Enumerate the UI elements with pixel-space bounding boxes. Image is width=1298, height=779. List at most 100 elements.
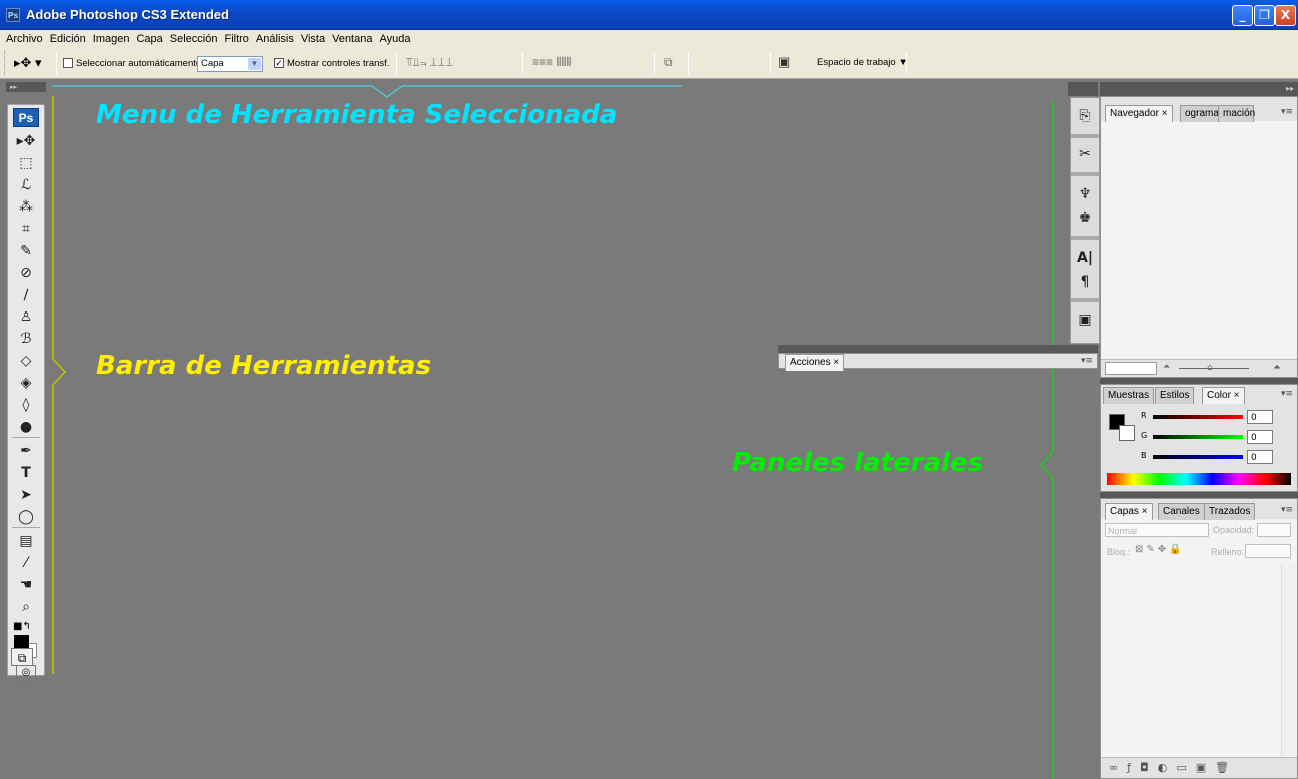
lock-icons[interactable]: ⊠✎✥🔒	[1135, 544, 1185, 555]
dock-header[interactable]	[1068, 82, 1098, 96]
tab-info[interactable]: mación	[1218, 105, 1255, 122]
screen-mode-icon[interactable]: ⧉	[11, 648, 33, 666]
marquee-tool-icon[interactable]: ⬚	[12, 153, 40, 173]
blue-value-input[interactable]: 0	[1247, 450, 1273, 464]
red-slider[interactable]	[1153, 415, 1243, 419]
menu-edicion[interactable]: Edición	[50, 33, 86, 45]
layer-comps-icon[interactable]: ▣	[1075, 310, 1095, 330]
maximize-button[interactable]: ❐	[1254, 5, 1275, 26]
tools-preset-icon[interactable]: ✂	[1075, 144, 1095, 164]
tab-channels[interactable]: Canales	[1158, 503, 1205, 520]
toolbar-bracket	[52, 96, 67, 674]
panels-column-header[interactable]: ▸▸	[1100, 82, 1298, 96]
panel-menu-icon[interactable]: ▾≡	[1281, 505, 1293, 515]
slice-tool-icon[interactable]: ✎	[12, 241, 40, 261]
layers-scrollbar[interactable]	[1281, 563, 1295, 759]
tab-styles[interactable]: Estilos	[1155, 387, 1195, 404]
crop-tool-icon[interactable]: ⌗	[12, 219, 40, 239]
tab-navigator[interactable]: Navegador ×	[1105, 105, 1173, 122]
red-value-input[interactable]: 0	[1247, 410, 1273, 424]
blur-tool-icon[interactable]: ◊	[12, 395, 40, 415]
zoom-in-icon[interactable]: ⏶	[1273, 362, 1281, 373]
paint-bucket-tool-icon[interactable]: ◈	[12, 373, 40, 393]
photoshop-logo: Ps	[13, 108, 39, 127]
auto-align-icon[interactable]: ⧉	[664, 55, 673, 70]
tab-swatches[interactable]: Muestras	[1103, 387, 1155, 404]
history-panel-icon[interactable]: ⎘	[1075, 106, 1095, 126]
zoom-field[interactable]	[1105, 362, 1157, 375]
toolbox-divider	[12, 437, 40, 438]
blend-mode-select[interactable]: Normal	[1105, 523, 1209, 537]
history-brush-tool-icon[interactable]: ℬ	[12, 329, 40, 349]
move-tool-icon[interactable]: ▸✥	[12, 131, 40, 151]
dodge-tool-icon[interactable]: ●	[12, 417, 40, 437]
options-grip[interactable]	[4, 51, 8, 75]
color-background-swatch[interactable]	[1119, 425, 1135, 441]
menu-filtro[interactable]: Filtro	[224, 33, 248, 45]
green-slider[interactable]	[1153, 435, 1243, 439]
green-value-input[interactable]: 0	[1247, 430, 1273, 444]
pen-tool-icon[interactable]: ✒	[12, 441, 40, 461]
dock-divider	[1071, 298, 1099, 302]
tab-layers[interactable]: Capas ×	[1105, 503, 1153, 520]
menu-vista[interactable]: Vista	[301, 33, 325, 45]
move-tool-preset-icon[interactable]: ▸✥ ▾	[14, 55, 42, 71]
panel-menu-icon[interactable]: ▾≡	[1281, 107, 1293, 117]
path-selection-tool-icon[interactable]: ➤	[12, 485, 40, 505]
separator	[396, 52, 397, 74]
hand-tool-icon[interactable]: ☚	[12, 575, 40, 595]
tab-paths[interactable]: Trazados	[1204, 503, 1256, 520]
minimize-button[interactable]: _	[1232, 5, 1253, 26]
side-panels-annotation: Paneles laterales	[732, 448, 984, 478]
tab-color[interactable]: Color ×	[1202, 387, 1245, 404]
eraser-tool-icon[interactable]: ◇	[12, 351, 40, 371]
notes-tool-icon[interactable]: ▤	[12, 531, 40, 551]
zoom-slider[interactable]	[1179, 368, 1249, 369]
menu-ventana[interactable]: Ventana	[332, 33, 372, 45]
auto-select-dropdown[interactable]: Capa ▼	[197, 56, 263, 72]
dock-divider	[1071, 172, 1099, 176]
shape-tool-icon[interactable]: ◯	[12, 507, 40, 527]
show-transform-checkbox[interactable]: ✓	[274, 58, 284, 68]
character-panel-icon[interactable]: A|	[1075, 248, 1095, 268]
zoom-slider-thumb[interactable]: ⌂	[1207, 363, 1213, 373]
toolbox-grip[interactable]: ▸▸	[6, 82, 46, 92]
clone-stamp-tool-icon[interactable]: ♙	[12, 307, 40, 327]
close-button[interactable]: X	[1275, 5, 1296, 26]
blue-slider[interactable]	[1153, 455, 1243, 459]
lasso-tool-icon[interactable]: ℒ	[12, 175, 40, 195]
magic-wand-tool-icon[interactable]: ⁂	[12, 197, 40, 217]
clone-source-icon[interactable]: ♚	[1075, 208, 1095, 228]
eyedropper-tool-icon[interactable]: ⁄	[12, 553, 40, 573]
quick-mask-icon[interactable]: ◎	[16, 665, 36, 681]
zoom-tool-icon[interactable]: ⌕	[12, 597, 40, 617]
actions-panel-header[interactable]	[778, 345, 1098, 353]
bridge-icon[interactable]: ▣	[778, 54, 798, 70]
default-colors-icon[interactable]: ■↰	[13, 621, 31, 632]
paragraph-panel-icon[interactable]: ¶	[1075, 272, 1095, 292]
healing-brush-tool-icon[interactable]: ⊘	[12, 263, 40, 283]
zoom-out-icon[interactable]: ⏶	[1163, 362, 1170, 372]
menu-analisis[interactable]: Análisis	[256, 33, 294, 45]
layers-footer-icons[interactable]: ∞ƒ◘◐▭▣🗑	[1101, 757, 1297, 778]
fill-input[interactable]	[1245, 544, 1291, 558]
brush-tool-icon[interactable]: ∕	[12, 285, 40, 305]
menu-imagen[interactable]: Imagen	[93, 33, 130, 45]
auto-select-checkbox[interactable]	[63, 58, 73, 68]
align-buttons-icon[interactable]: ⫪⫫⫬ ⊥⊥⊥	[406, 55, 453, 70]
auto-select-label: Seleccionar automáticamente:	[76, 58, 204, 69]
panel-menu-icon[interactable]: ▾≡	[1281, 389, 1293, 399]
color-spectrum-bar[interactable]	[1107, 473, 1291, 485]
brushes-panel-icon[interactable]: ♆	[1075, 184, 1095, 204]
panel-menu-icon[interactable]: ▾≡	[1081, 356, 1093, 366]
icon-dock: ⎘ ✂ ♆ ♚ A| ¶ ▣	[1070, 97, 1100, 344]
workspace-menu[interactable]: Espacio de trabajo ▼	[817, 57, 908, 68]
type-tool-icon[interactable]: T	[12, 463, 40, 483]
opacity-input[interactable]	[1257, 523, 1291, 537]
tab-actions[interactable]: Acciones ×	[785, 354, 845, 371]
distribute-buttons-icon[interactable]: ≡≡≡ ⫴⫴⫴	[532, 55, 571, 70]
menu-ayuda[interactable]: Ayuda	[379, 33, 410, 45]
menu-archivo[interactable]: Archivo	[6, 33, 43, 45]
menu-seleccion[interactable]: Selección	[170, 33, 218, 45]
menu-capa[interactable]: Capa	[136, 33, 162, 45]
